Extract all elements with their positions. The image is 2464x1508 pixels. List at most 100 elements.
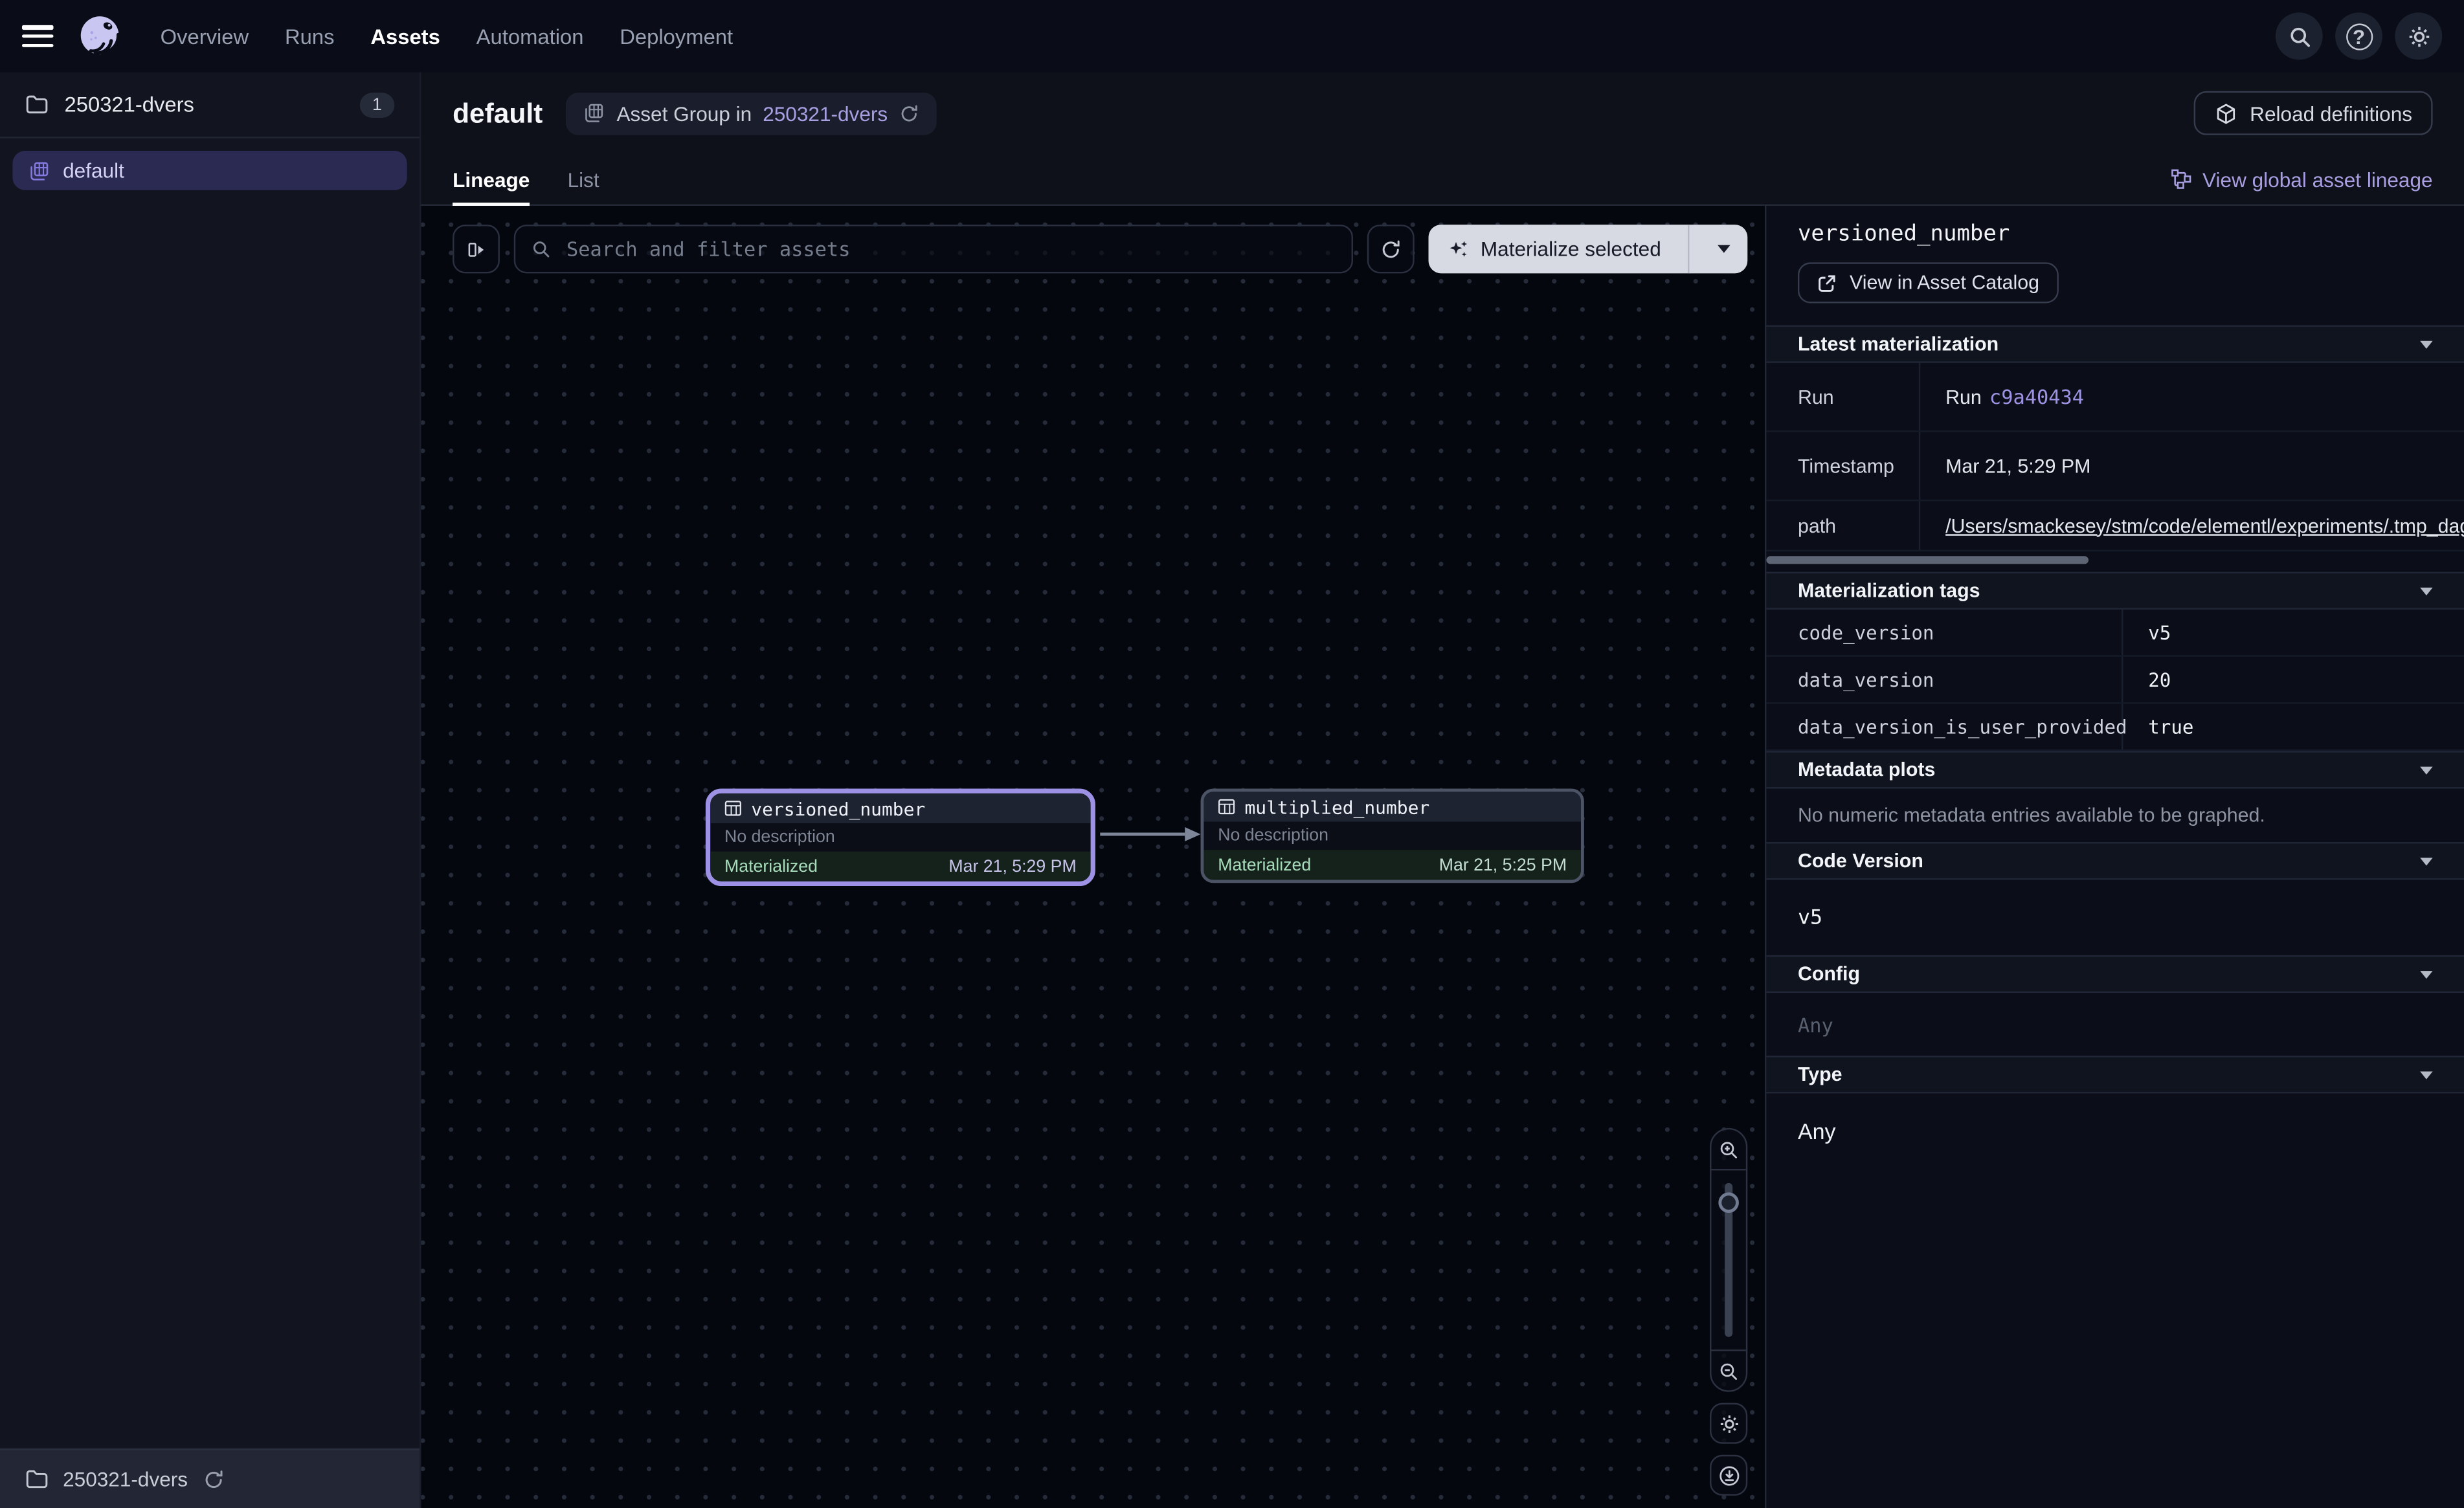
group-count-badge: 1 — [360, 92, 395, 117]
section-config[interactable]: Config — [1766, 955, 2464, 993]
nav-item-deployment[interactable]: Deployment — [620, 25, 733, 48]
view-in-asset-catalog-button[interactable]: View in Asset Catalog — [1798, 262, 2058, 303]
materialization-timestamp: Mar 21, 5:29 PM — [948, 857, 1076, 876]
nav-item-runs[interactable]: Runs — [285, 25, 335, 48]
settings-gear-icon[interactable] — [2395, 12, 2442, 60]
lineage-canvas[interactable]: Materialize selected versioned_number No… — [421, 206, 1765, 1508]
materialize-selected-button[interactable]: Materialize selected — [1429, 225, 1747, 273]
tab-list[interactable]: List — [568, 154, 599, 205]
search-icon[interactable] — [2276, 12, 2323, 60]
tag-key: data_version_is_user_provided — [1766, 704, 2123, 749]
button-divider — [1688, 225, 1689, 273]
code-version-value: v5 — [1766, 880, 2464, 955]
badge-group-link[interactable]: 250321-dvers — [763, 102, 888, 125]
nav-item-assets[interactable]: Assets — [370, 25, 440, 48]
table-row: path /Users/smackesey/stm/code/elementl/… — [1766, 501, 2464, 551]
refresh-graph-icon[interactable] — [1367, 225, 1415, 273]
section-title: Materialization tags — [1798, 580, 1980, 602]
section-title: Latest materialization — [1798, 333, 1999, 355]
nav-item-overview[interactable]: Overview — [161, 25, 249, 48]
search-input[interactable] — [563, 236, 1336, 262]
help-glyph: ? — [2346, 23, 2372, 49]
dagster-logo-icon[interactable] — [76, 12, 124, 60]
horizontal-scrollbar[interactable] — [1766, 556, 2089, 564]
table-row: code_version v5 — [1766, 610, 2464, 657]
asset-group-badge[interactable]: Asset Group in 250321-dvers — [566, 92, 937, 135]
asset-node-name: multiplied_number — [1245, 795, 1430, 817]
reload-definitions-label: Reload definitions — [2250, 102, 2412, 125]
asset-node-name: versioned_number — [751, 797, 925, 819]
view-global-asset-lineage-link[interactable]: View global asset lineage — [2169, 154, 2433, 205]
tag-value: 20 — [2123, 657, 2464, 702]
tag-key: data_version — [1766, 657, 2123, 702]
refresh-icon[interactable] — [202, 1468, 224, 1490]
path-link[interactable]: /Users/smackesey/stm/code/elementl/exper… — [1945, 515, 2464, 537]
asset-node-description: No description — [710, 823, 1090, 852]
refresh-icon[interactable] — [899, 103, 919, 124]
chevron-down-icon — [2420, 970, 2432, 978]
nav-actions: ? — [2276, 12, 2442, 60]
type-value: Any — [1766, 1093, 2464, 1169]
folder-icon — [25, 93, 49, 116]
graph-settings-gear-icon[interactable] — [1710, 1403, 1747, 1444]
tag-value: v5 — [2123, 610, 2464, 655]
catalog-button-label: View in Asset Catalog — [1850, 272, 2039, 294]
section-title: Metadata plots — [1798, 759, 1935, 781]
row-key: path — [1766, 501, 1920, 549]
zoom-slider[interactable] — [1711, 1170, 1745, 1349]
config-value: Any — [1766, 993, 2464, 1056]
nav-item-automation[interactable]: Automation — [476, 25, 584, 48]
sidebar-group-row[interactable]: 250321-dvers 1 — [0, 72, 420, 139]
primary-nav: Overview Runs Assets Automation Deployme… — [161, 25, 734, 48]
row-key: Run — [1766, 363, 1920, 430]
asset-node-multiplied-number[interactable]: multiplied_number No description Materia… — [1201, 789, 1584, 883]
materialize-label: Materialize selected — [1481, 238, 1661, 261]
zoom-out-icon[interactable] — [1711, 1349, 1745, 1390]
expand-panel-icon[interactable] — [453, 225, 500, 273]
selected-asset-title: versioned_number — [1798, 221, 2433, 247]
menu-icon[interactable] — [22, 25, 54, 47]
search-icon — [531, 239, 550, 260]
code-location-label: 250321-dvers — [63, 1467, 188, 1491]
section-title: Type — [1798, 1063, 1842, 1085]
tab-lineage[interactable]: Lineage — [453, 154, 530, 205]
section-metadata-plots[interactable]: Metadata plots — [1766, 751, 2464, 788]
table-row: Run Run c9a40434 — [1766, 363, 2464, 432]
zoom-slider-knob[interactable] — [1718, 1192, 1739, 1213]
tabs-bar: Lineage List View global asset lineage — [421, 154, 2464, 205]
run-id-link[interactable]: c9a40434 — [1989, 385, 2084, 408]
chevron-down-icon — [2420, 587, 2432, 595]
reload-definitions-button[interactable]: Reload definitions — [2193, 91, 2433, 135]
section-code-version[interactable]: Code Version — [1766, 842, 2464, 880]
section-latest-materialization[interactable]: Latest materialization — [1766, 325, 2464, 362]
row-value: /Users/smackesey/stm/code/elementl/exper… — [1920, 501, 2464, 549]
materialization-timestamp: Mar 21, 5:25 PM — [1439, 856, 1567, 874]
table-icon — [724, 800, 742, 817]
section-materialization-tags[interactable]: Materialization tags — [1766, 572, 2464, 610]
canvas-controls — [1710, 1128, 1747, 1496]
table-row: data_version 20 — [1766, 657, 2464, 704]
sidebar-item-default[interactable]: default — [12, 151, 407, 190]
metadata-plots-empty-message: No numeric metadata entries available to… — [1766, 789, 2464, 843]
page-title: default — [453, 96, 543, 129]
row-key: Timestamp — [1766, 432, 1920, 500]
materialize-dropdown-caret[interactable] — [1700, 245, 1747, 253]
asset-node-versioned-number[interactable]: versioned_number No description Material… — [706, 789, 1095, 886]
materialized-status: Materialized — [1218, 856, 1311, 874]
asset-node-description: No description — [1204, 822, 1581, 850]
sparkle-icon — [1448, 238, 1470, 260]
download-image-icon[interactable] — [1710, 1455, 1747, 1496]
code-location-footer[interactable]: 250321-dvers — [0, 1448, 420, 1508]
chevron-down-icon — [2420, 766, 2432, 773]
help-icon[interactable]: ? — [2335, 12, 2382, 60]
sidebar-item-label: default — [63, 159, 124, 182]
zoom-in-icon[interactable] — [1711, 1129, 1745, 1170]
row-value: Run c9a40434 — [1920, 363, 2464, 430]
section-title: Config — [1798, 963, 1860, 985]
external-link-icon — [1817, 272, 1837, 293]
asset-group-icon — [28, 159, 50, 181]
section-type[interactable]: Type — [1766, 1056, 2464, 1093]
asset-group-icon — [583, 102, 605, 124]
sidebar-group-label: 250321-dvers — [65, 93, 194, 116]
asset-groups-sidebar: 250321-dvers 1 default 250321-dvers — [0, 72, 421, 1508]
